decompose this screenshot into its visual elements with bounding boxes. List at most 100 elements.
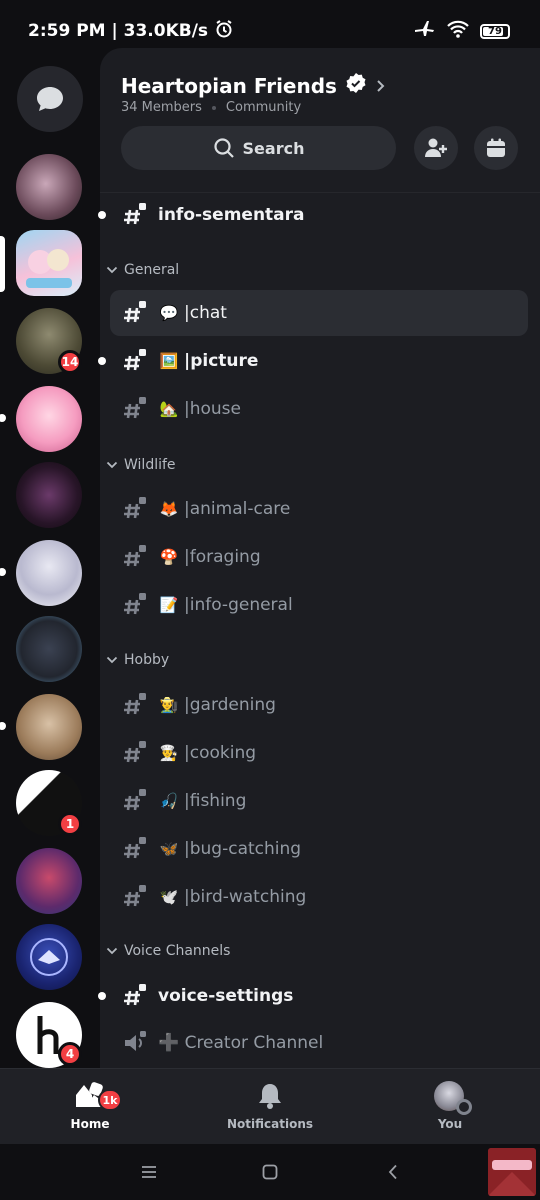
channel-foraging[interactable]: 🍄 |foraging [110,534,528,580]
server-type: Community [225,100,302,115]
server-icon-pink[interactable] [16,386,82,452]
tab-label: You [437,1117,463,1131]
channel-fishing[interactable]: 🎣 |fishing [110,778,528,824]
bell-icon [259,1084,281,1109]
category-label: Voice Channels [124,943,231,959]
server-icon-dark[interactable] [16,462,82,528]
channel-label: |house [184,399,241,419]
channel-chat[interactable]: 💬 |chat [110,290,528,336]
voice-channel-creator[interactable]: ➕ Creator Channel [110,1020,528,1066]
chevron-down-icon [106,266,118,274]
channel-info-sementara[interactable]: info-sementara [98,192,528,238]
back-icon [388,1164,397,1180]
locked-hash-icon [124,203,146,225]
member-count: 34 Members [121,100,202,115]
invite-member-button[interactable] [414,126,458,170]
calendar-icon [487,138,505,157]
channel-info-general[interactable]: 📝 |info-general [110,582,528,628]
category-label: General [124,262,180,278]
locked-hash-icon [124,545,146,567]
channel-label: |foraging [184,547,261,567]
alarm-icon [214,19,234,44]
channel-emoji: 📝 [159,596,179,614]
tab-home[interactable]: Home [30,1081,150,1131]
channel-label: ➕ Creator Channel [158,1033,324,1053]
server-icon-shark[interactable] [16,924,82,990]
avatar [434,1081,472,1115]
back-button[interactable] [378,1158,408,1186]
channel-emoji: 🖼️ [159,352,179,370]
channel-emoji: 🏡 [159,400,179,418]
locked-speaker-icon [125,1031,146,1051]
tab-label: Home [70,1117,110,1131]
home-badge: 1k [98,1089,122,1111]
server-icon-character[interactable] [16,540,82,606]
channel-emoji: 🕊️ [159,888,179,906]
channel-gardening[interactable]: 👨‍🌾 |gardening [110,682,528,728]
category-general[interactable]: General [106,258,179,282]
server-mention-badge: 14 [58,350,82,374]
direct-messages-button[interactable] [17,66,83,132]
bottom-navigation: Home 1k Notifications You [0,1068,540,1144]
events-button[interactable] [474,126,518,170]
server-unread-dot [0,568,6,576]
locked-hash-icon [124,593,146,615]
channel-bug-catching[interactable]: 🦋 |bug-catching [110,826,528,872]
channel-label: |animal-care [184,499,291,519]
channel-label: info-sementara [158,205,305,225]
search-label: Search [242,138,305,158]
server-mention-badge: 4 [58,1042,82,1066]
locked-hash-icon [124,984,146,1006]
channel-label: |info-general [184,595,293,615]
channel-bird-watching[interactable]: 🕊️ |bird-watching [110,874,528,920]
search-icon [213,138,234,158]
chevron-down-icon [106,947,118,955]
channel-label: |fishing [184,791,247,811]
verified-icon [345,72,367,99]
server-icon-cat-face[interactable] [16,694,82,760]
wifi-icon [446,19,470,44]
channel-label: voice-settings [158,986,294,1006]
channel-cooking[interactable]: 👨‍🍳 |cooking [110,730,528,776]
battery-level: 79 [488,25,502,37]
locked-hash-icon [124,789,146,811]
category-hobby[interactable]: Hobby [106,648,169,672]
locked-hash-icon [124,741,146,763]
system-navigation [0,1144,540,1200]
active-server-indicator [0,236,5,292]
recents-button[interactable] [134,1158,164,1186]
server-header[interactable]: Heartopian Friends [121,72,387,99]
category-wildlife[interactable]: Wildlife [106,453,176,477]
locked-hash-icon [124,301,146,323]
tab-notifications[interactable]: Notifications [210,1081,330,1131]
server-icon-heartopian[interactable] [16,230,82,296]
chevron-down-icon [106,461,118,469]
server-icon-creature[interactable] [16,616,82,682]
tab-you[interactable]: You [390,1081,510,1131]
locked-hash-icon [124,349,146,371]
channel-emoji: 👨‍🌾 [159,696,179,714]
search-button[interactable]: Search [121,126,396,170]
channel-label: |gardening [184,695,276,715]
unread-dot [98,992,106,1000]
server-icon-cat[interactable] [16,154,82,220]
channel-house[interactable]: 🏡 |house [110,386,528,432]
chevron-right-icon [375,74,387,98]
airplane-icon [414,19,436,44]
locked-hash-icon [124,397,146,419]
menu-icon [142,1166,156,1178]
channel-voice-settings[interactable]: voice-settings [98,973,528,1019]
channel-emoji: 🍄 [159,548,179,566]
server-rail: 14 1 4 [0,62,100,1068]
locked-hash-icon [124,885,146,907]
battery-icon: 79 [480,23,510,39]
locked-hash-icon [124,497,146,519]
channel-picture[interactable]: 🖼️ |picture [98,338,528,384]
home-system-button[interactable] [255,1158,285,1186]
server-mention-badge: 1 [58,812,82,836]
server-icon-colorful[interactable] [16,848,82,914]
channel-animal-care[interactable]: 🦊 |animal-care [110,486,528,532]
channel-emoji: 🦊 [159,500,179,518]
category-voice-channels[interactable]: Voice Channels [106,939,230,963]
unread-dot [98,357,106,365]
